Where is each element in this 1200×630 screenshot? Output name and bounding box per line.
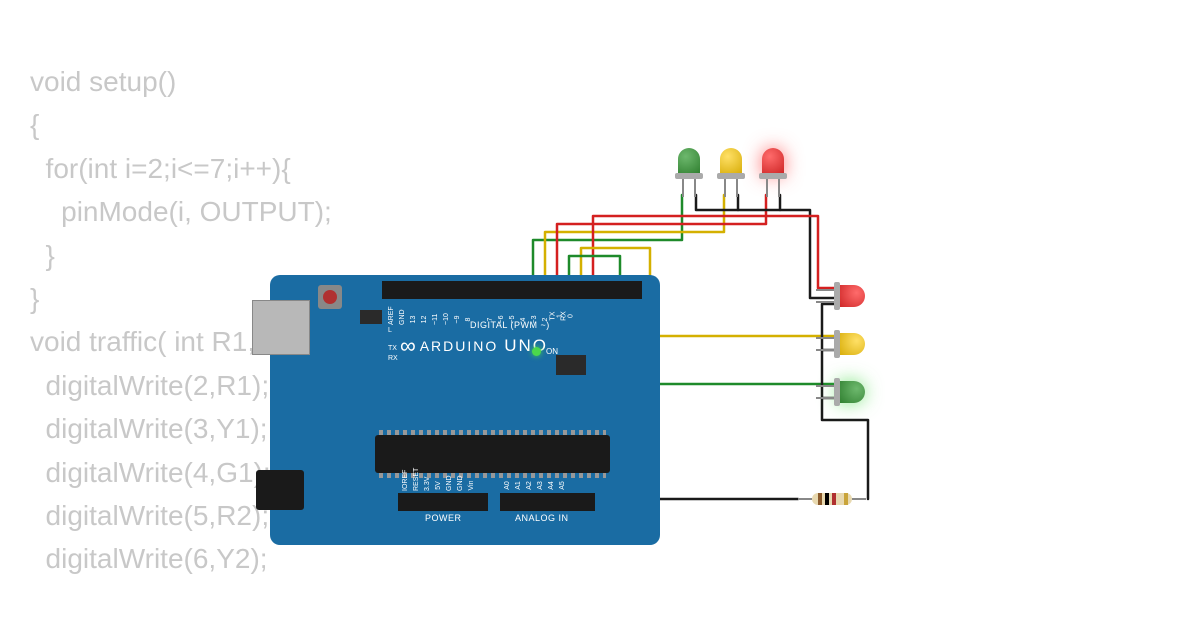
icsp-header (360, 310, 382, 324)
atmega-chip (375, 435, 610, 473)
power-led-icon (532, 347, 541, 356)
resistor-lead (852, 498, 866, 500)
icsp2-header (556, 355, 586, 375)
rx-label: RX (388, 355, 398, 362)
usb-port (252, 300, 310, 355)
resistor (812, 493, 852, 505)
analog-pin-header (500, 493, 595, 511)
arduino-uno-board: ∞ ARDUINO UNO L TX RX ON DIGITAL (PWM ~)… (270, 275, 660, 545)
arduino-logo-icon: ∞ (400, 333, 414, 359)
led-red-right (837, 285, 865, 307)
reset-button[interactable] (318, 285, 342, 309)
analog-section-label: ANALOG IN (515, 513, 569, 523)
analog-pin-labels: A0A1A2A3A4A5 (502, 482, 568, 489)
led-green-right (837, 381, 865, 403)
led-yellow-top (720, 148, 742, 176)
power-pin-labels: IOREFRESET3.3V5VGNDGNDVin (400, 482, 477, 489)
led-green-top (678, 148, 700, 176)
led-yellow-right (837, 333, 865, 355)
board-branding: ∞ ARDUINO UNO (400, 333, 548, 359)
tx-label: TX (388, 345, 397, 352)
power-section-label: POWER (425, 513, 462, 523)
l-led-label: L (388, 327, 392, 334)
resistor-lead (798, 498, 812, 500)
digital-pin-header (382, 281, 642, 299)
power-pin-header (398, 493, 488, 511)
led-red-top (762, 148, 784, 176)
power-jack (256, 470, 304, 510)
on-label: ON (546, 347, 558, 356)
digital-pin-labels: AREFGND1312~11~10~987~6~54~32TX 1RX 0 (386, 309, 573, 323)
